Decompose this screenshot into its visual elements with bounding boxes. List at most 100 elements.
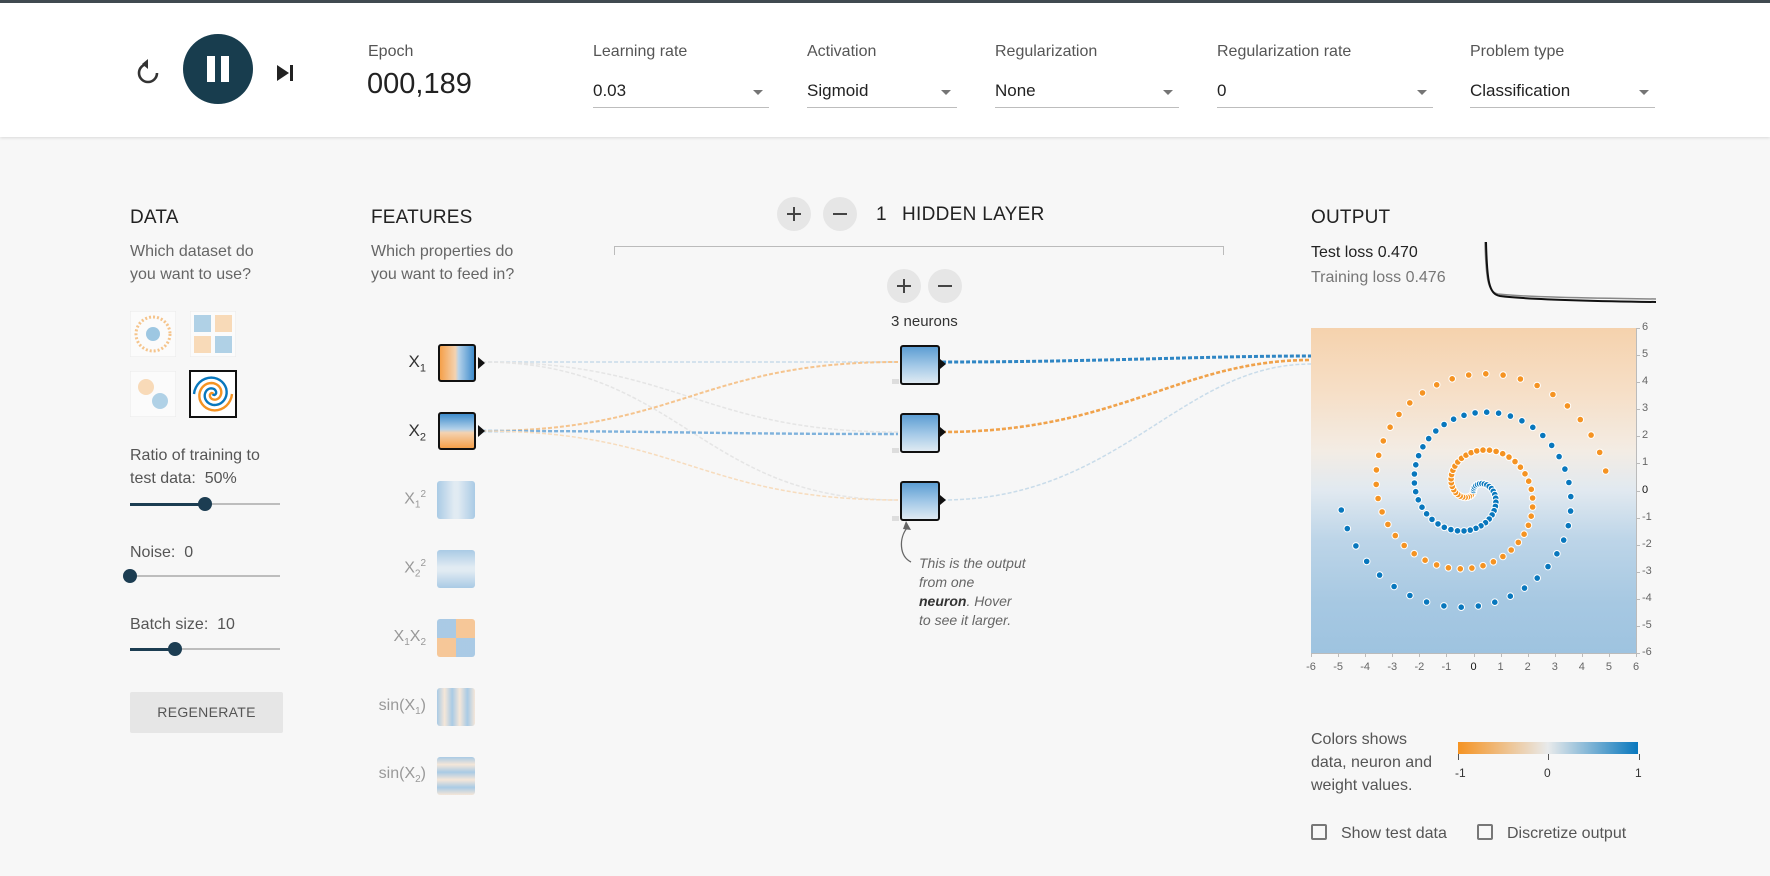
dataset-circle-thumb[interactable] <box>130 311 176 357</box>
data-point <box>1555 452 1563 461</box>
epoch-value: 000,189 <box>367 68 472 100</box>
test-loss: Test loss 0.470 <box>1311 244 1418 262</box>
x-tick-label: 1 <box>1497 661 1504 673</box>
features-subtitle: Which properties do you want to feed in? <box>371 243 515 283</box>
y-tick-label: -3 <box>1642 564 1652 577</box>
dataset-spiral-thumb[interactable] <box>189 370 237 418</box>
dataset-gaussian-thumb[interactable] <box>130 371 176 417</box>
data-point <box>1440 420 1448 429</box>
data-point <box>1492 447 1500 456</box>
data-point <box>1468 564 1476 572</box>
x-tick-label: 3 <box>1551 661 1558 673</box>
data-point <box>1352 542 1360 550</box>
data-point <box>1485 446 1494 454</box>
regularization-rate-value: 0 <box>1217 81 1227 100</box>
y-tick <box>1636 382 1640 384</box>
ratio-value: 50% <box>204 470 237 487</box>
add-layer-button[interactable] <box>777 197 811 231</box>
feature-sinx1-box[interactable] <box>437 688 475 726</box>
hidden-neuron-3[interactable] <box>900 481 940 521</box>
add-neuron-button[interactable] <box>887 269 921 303</box>
show-test-data-label[interactable]: Show test data <box>1341 825 1447 843</box>
remove-neuron-button[interactable] <box>928 269 962 303</box>
feature-x1-box[interactable] <box>438 344 476 382</box>
data-point <box>1466 526 1474 534</box>
ratio-slider[interactable] <box>130 496 280 512</box>
show-test-data-checkbox[interactable] <box>1311 824 1327 840</box>
x-tick-label: -1 <box>1441 661 1452 673</box>
discretize-output-checkbox[interactable] <box>1477 824 1493 840</box>
hidden-neuron-2[interactable] <box>900 413 940 453</box>
y-tick-label: 4 <box>1642 375 1649 388</box>
data-point <box>1514 538 1523 547</box>
data-point <box>1418 389 1427 397</box>
regularization-label: Regularization <box>995 43 1098 60</box>
data-point <box>1440 602 1448 610</box>
ratio-label: Ratio of training to test data: 50% <box>130 444 280 490</box>
hint-line-1: This is the output <box>919 555 1026 571</box>
problem-type-select[interactable]: Classification <box>1470 77 1655 108</box>
feature-x1x2-box[interactable] <box>437 619 475 657</box>
data-point <box>1390 582 1398 591</box>
feature-x2sq-box[interactable] <box>437 550 475 588</box>
reset-icon[interactable] <box>134 59 162 87</box>
data-point <box>1473 447 1481 455</box>
scale-max: 1 <box>1635 766 1642 780</box>
chevron-down-icon <box>753 90 763 95</box>
ratio-text: Ratio of training to test data: <box>130 447 260 487</box>
data-point <box>1457 603 1465 612</box>
learning-rate-select[interactable]: 0.03 <box>593 77 769 108</box>
regenerate-button[interactable]: REGENERATE <box>130 692 283 733</box>
data-point <box>1553 550 1561 558</box>
data-point <box>1539 431 1547 440</box>
data-point <box>1375 571 1384 579</box>
data-point <box>1406 399 1414 407</box>
training-loss-value: 0.476 <box>1405 269 1446 286</box>
data-point <box>1410 549 1418 558</box>
data-point <box>1449 415 1458 423</box>
y-tick <box>1636 328 1640 329</box>
data-point <box>1411 487 1420 496</box>
step-forward-icon[interactable] <box>275 62 297 84</box>
regularization-select[interactable]: None <box>995 77 1179 108</box>
y-tick <box>1636 463 1640 465</box>
data-point <box>1528 503 1537 511</box>
data-point <box>1374 494 1382 503</box>
data-point <box>1507 546 1515 554</box>
training-loss: Training loss 0.476 <box>1311 269 1446 287</box>
data-point <box>1453 527 1462 535</box>
data-point <box>1471 409 1479 417</box>
data-point <box>1419 443 1427 451</box>
feature-x1sq-box[interactable] <box>437 481 475 519</box>
features-title: FEATURES <box>371 207 473 228</box>
dataset-xor-thumb[interactable] <box>190 311 236 357</box>
noise-slider[interactable] <box>123 568 280 584</box>
data-point <box>1434 520 1442 528</box>
batch-value: 10 <box>217 616 235 633</box>
remove-layer-button[interactable] <box>823 197 857 231</box>
x-tick <box>1608 653 1610 657</box>
discretize-output-label[interactable]: Discretize output <box>1507 825 1626 843</box>
feature-x1-label: X1 <box>408 352 426 375</box>
data-point <box>1524 521 1533 530</box>
feature-sinx2-label: sin(X2) <box>378 765 426 786</box>
data-point <box>1378 508 1386 516</box>
neuron-hint: This is the output from one neuron. Hove… <box>919 554 1059 630</box>
batch-slider[interactable] <box>130 641 280 657</box>
y-tick-label: -4 <box>1642 591 1652 604</box>
activation-select[interactable]: Sigmoid <box>807 77 957 108</box>
hidden-neuron-1[interactable] <box>900 345 940 385</box>
test-loss-label: Test loss <box>1311 244 1374 261</box>
data-point <box>1460 527 1468 535</box>
feature-x2sq-label: X22 <box>404 558 426 580</box>
feature-x2-box[interactable] <box>438 412 476 450</box>
y-tick-label: 6 <box>1642 321 1649 333</box>
data-point <box>1432 427 1440 435</box>
colors-line-3: weight values. <box>1311 777 1413 794</box>
feature-sinx2-box[interactable] <box>437 757 475 795</box>
regularization-rate-select[interactable]: 0 <box>1217 77 1433 108</box>
data-point <box>1372 466 1381 474</box>
output-x-axis: -6 -5 -4 -3 -2 -1 0 1 2 3 4 5 6 <box>1306 653 1639 677</box>
play-pause-button[interactable] <box>183 34 253 104</box>
data-point <box>1511 457 1519 466</box>
